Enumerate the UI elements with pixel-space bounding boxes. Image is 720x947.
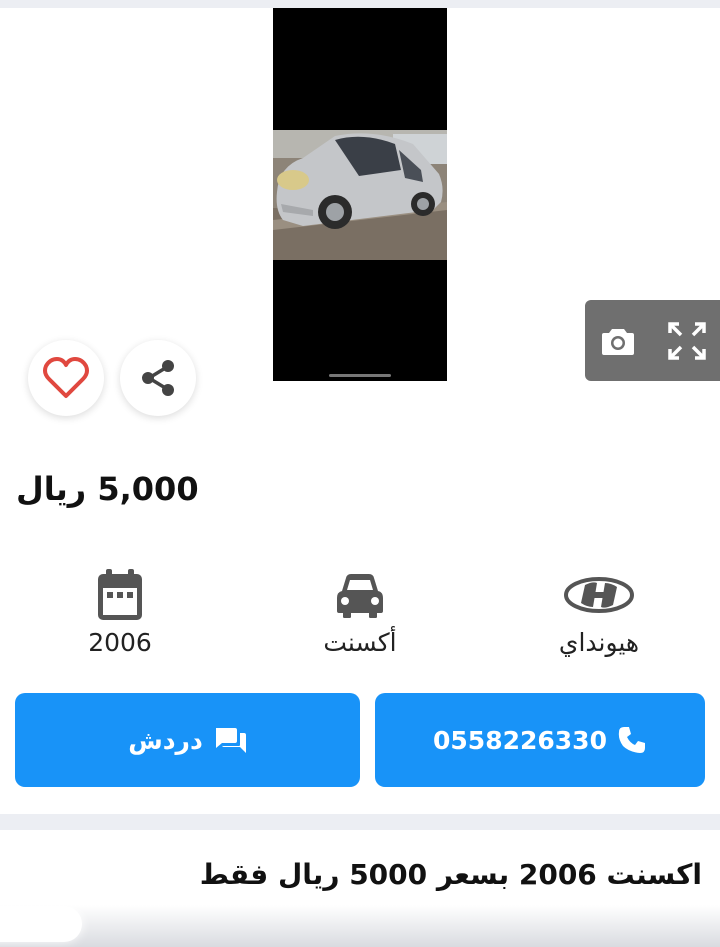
listing-photo[interactable] <box>273 8 447 381</box>
top-divider <box>0 0 720 8</box>
section-divider <box>0 814 720 830</box>
chat-icon <box>215 728 246 753</box>
heart-icon <box>43 357 89 398</box>
spec-make-label: هيونداي <box>558 628 640 657</box>
camera-icon <box>602 328 634 355</box>
media-controls <box>585 300 720 381</box>
favorite-button[interactable] <box>28 340 104 416</box>
car-photo <box>273 130 447 260</box>
call-button-label: 0558226330 <box>433 725 607 755</box>
share-button[interactable] <box>120 340 196 416</box>
spec-year: 2006 <box>45 566 195 657</box>
camera-button[interactable] <box>585 300 651 381</box>
phone-icon <box>618 727 645 753</box>
chat-button[interactable]: دردش <box>15 693 360 787</box>
bottom-fade <box>0 905 720 947</box>
spec-year-label: 2006 <box>88 628 152 657</box>
calendar-icon <box>98 569 142 620</box>
photo-gallery[interactable] <box>0 8 720 384</box>
fullscreen-button[interactable] <box>654 300 720 381</box>
chat-button-label: دردش <box>128 725 203 755</box>
car-icon <box>337 574 383 618</box>
fullscreen-icon <box>668 321 706 360</box>
phone-home-indicator <box>329 374 391 377</box>
listing-title: اكسنت 2006 بسعر 5000 ريال فقط <box>199 858 702 891</box>
spec-model-label: أكسنت <box>323 628 397 657</box>
hyundai-logo <box>564 577 634 613</box>
call-button[interactable]: 0558226330 <box>375 693 705 787</box>
spec-model: أكسنت <box>285 566 435 657</box>
listing-price: 5,000 ريال <box>16 470 199 508</box>
bottom-pill <box>0 906 82 942</box>
share-icon <box>142 360 174 396</box>
spec-make: هيونداي <box>524 566 674 657</box>
